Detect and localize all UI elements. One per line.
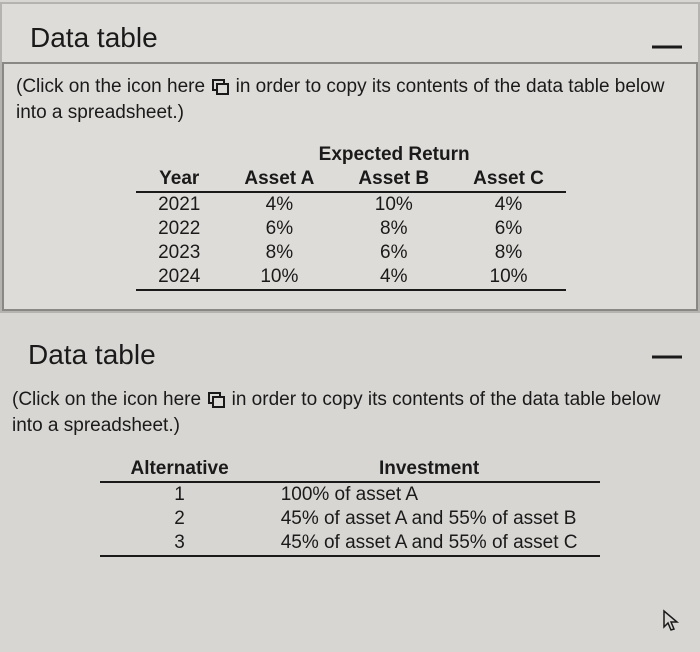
copy-icon[interactable] xyxy=(212,79,228,93)
cell-b: 10% xyxy=(336,192,451,217)
expected-return-table: Expected Return Year Asset A Asset B Ass… xyxy=(136,143,566,291)
expected-return-header: Expected Return xyxy=(222,143,566,167)
cell-a: 8% xyxy=(222,241,336,265)
instruction-prefix-1: (Click on the icon here xyxy=(16,76,205,97)
cell-c: 10% xyxy=(451,265,566,290)
panel-title-1: Data table xyxy=(30,22,158,53)
cursor-icon xyxy=(662,609,682,640)
cell-b: 8% xyxy=(336,217,451,241)
instruction-box-1: (Click on the icon here in order to copy… xyxy=(2,62,698,311)
data-table-panel-1: — Data table (Click on the icon here in … xyxy=(0,2,700,313)
table-row: 2023 8% 6% 8% xyxy=(136,241,566,265)
col-asset-c: Asset C xyxy=(451,167,566,192)
cell-year: 2022 xyxy=(136,217,222,241)
instruction-text-2: (Click on the icon here in order to copy… xyxy=(12,387,688,438)
table-header-row: Year Asset A Asset B Asset C xyxy=(136,167,566,192)
cell-inv: 100% of asset A xyxy=(259,482,600,507)
table-row: 1 100% of asset A xyxy=(100,482,599,507)
cell-year: 2021 xyxy=(136,192,222,217)
cell-year: 2023 xyxy=(136,241,222,265)
cell-a: 4% xyxy=(222,192,336,217)
cell-alt: 2 xyxy=(100,507,258,531)
alternative-table-wrap: Alternative Investment 1 100% of asset A… xyxy=(12,457,688,557)
cell-c: 8% xyxy=(451,241,566,265)
cell-a: 6% xyxy=(222,217,336,241)
table-row: 3 45% of asset A and 55% of asset C xyxy=(100,531,599,556)
table-header-row: Alternative Investment xyxy=(100,457,599,482)
instruction-box-2: (Click on the icon here in order to copy… xyxy=(0,377,700,556)
col-asset-b: Asset B xyxy=(336,167,451,192)
cell-inv: 45% of asset A and 55% of asset B xyxy=(259,507,600,531)
cell-a: 10% xyxy=(222,265,336,290)
cell-b: 4% xyxy=(336,265,451,290)
panel-title-2: Data table xyxy=(28,339,156,370)
cell-year: 2024 xyxy=(136,265,222,290)
col-year: Year xyxy=(136,167,222,192)
minimize-button-1[interactable]: — xyxy=(652,28,682,53)
data-table-panel-2: — Data table (Click on the icon here in … xyxy=(0,327,700,556)
expected-return-table-wrap: Expected Return Year Asset A Asset B Ass… xyxy=(16,143,686,291)
minimize-button-2[interactable]: — xyxy=(652,338,682,363)
cell-c: 6% xyxy=(451,217,566,241)
col-alternative: Alternative xyxy=(100,457,258,482)
table-row: 2024 10% 4% 10% xyxy=(136,265,566,290)
cell-alt: 3 xyxy=(100,531,258,556)
table-row: 2022 6% 8% 6% xyxy=(136,217,566,241)
table-row: 2 45% of asset A and 55% of asset B xyxy=(100,507,599,531)
panel-header-2: Data table xyxy=(0,327,700,377)
cell-alt: 1 xyxy=(100,482,258,507)
col-asset-a: Asset A xyxy=(222,167,336,192)
cell-c: 4% xyxy=(451,192,566,217)
table-row: 2021 4% 10% 4% xyxy=(136,192,566,217)
panel-header-1: Data table xyxy=(2,4,698,62)
copy-icon[interactable] xyxy=(208,392,224,406)
cell-b: 6% xyxy=(336,241,451,265)
instruction-text-1: (Click on the icon here in order to copy… xyxy=(16,74,686,125)
instruction-prefix-2: (Click on the icon here xyxy=(12,389,201,410)
alternative-table: Alternative Investment 1 100% of asset A… xyxy=(100,457,599,557)
table-super-header-row: Expected Return xyxy=(136,143,566,167)
col-investment: Investment xyxy=(259,457,600,482)
cell-inv: 45% of asset A and 55% of asset C xyxy=(259,531,600,556)
